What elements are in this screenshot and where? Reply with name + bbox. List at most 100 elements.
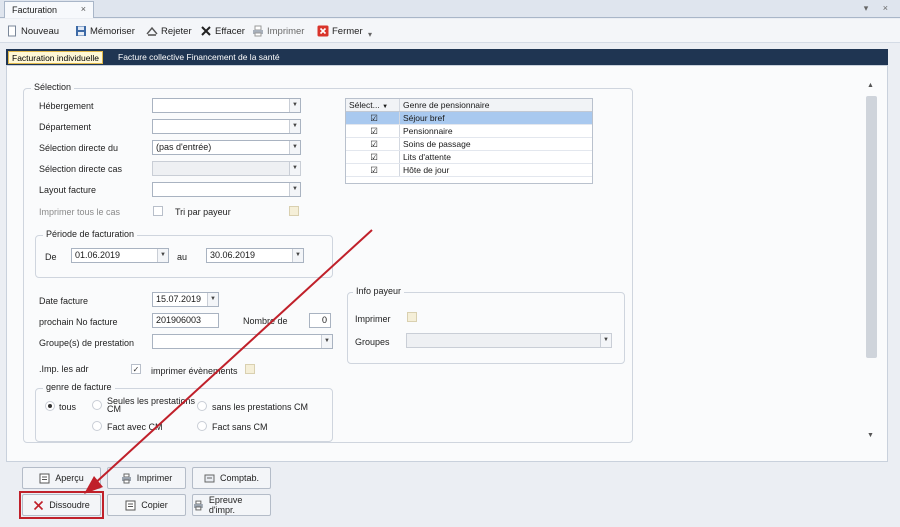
radio-seules-cm[interactable] [92, 400, 102, 410]
epreuve-button[interactable]: Epreuve d'impr. [192, 494, 271, 516]
reject-button[interactable]: Rejeter [146, 24, 192, 38]
nombre-label: Nombre de [243, 316, 288, 326]
imprimer-tous-checkbox[interactable] [153, 206, 163, 216]
radio-fact-sans-cm[interactable] [197, 421, 207, 431]
date-facture-input[interactable]: 15.07.2019 ▼ [152, 292, 219, 307]
layout-facture-combo[interactable]: ▼ [152, 182, 301, 197]
accounting-icon [204, 474, 215, 482]
epreuve-label: Epreuve d'impr. [208, 495, 243, 515]
tab-facturation[interactable]: Facturation × [4, 1, 94, 18]
scroll-down-icon[interactable]: ▼ [867, 432, 874, 439]
info-payeur-imprimer-checkbox[interactable] [407, 312, 417, 322]
grid-row-checkbox[interactable]: ☑ [346, 164, 400, 176]
grid-row-name: Lits d'attente [403, 152, 451, 162]
grid-header-select-label: Sélect... [349, 100, 380, 110]
chevron-down-icon[interactable]: ▼ [321, 335, 332, 348]
printer-icon [121, 473, 131, 483]
radio-sans-cm-label: sans les prestations CM [212, 402, 309, 412]
comptab-button[interactable]: Comptab. [192, 467, 271, 489]
groupes-prestation-label: Groupe(s) de prestation [39, 338, 135, 348]
new-document-icon [8, 25, 16, 37]
radio-fact-avec-cm-label: Fact avec CM [107, 422, 163, 432]
calendar-dropdown-icon[interactable]: ▼ [157, 249, 168, 262]
imprimer-evenements-label: imprimer évènements [151, 366, 238, 376]
next-invoice-no-input[interactable]: 201906003 [152, 313, 219, 328]
new-button[interactable]: Nouveau [6, 24, 59, 38]
selection-directe-du-combo[interactable]: (pas d'entrée) ▼ [152, 140, 301, 155]
imprimer-button[interactable]: Imprimer [107, 467, 186, 489]
groupes-prestation-combo[interactable]: ▼ [152, 334, 333, 349]
chevron-down-icon[interactable]: ▼ [289, 183, 300, 196]
grid-row[interactable]: ☑ Hôte de jour [346, 164, 592, 177]
document-tab-strip: Facturation × ▾ × [0, 0, 900, 18]
delete-button[interactable]: Effacer [200, 24, 245, 38]
toolbar-overflow-icon[interactable]: ▾ [368, 27, 372, 41]
comptab-label: Comptab. [219, 473, 260, 483]
grid-row[interactable]: ☑ Lits d'attente [346, 151, 592, 164]
filter-dropdown-icon[interactable]: ▼ [382, 104, 388, 110]
invoice-tab-bar: Facturation individuelle Facture collect… [6, 49, 888, 65]
printer-icon [253, 25, 263, 37]
departement-label: Département [39, 122, 92, 132]
radio-tous[interactable] [45, 401, 55, 411]
window-controls[interactable]: ▾ × [864, 3, 894, 14]
selection-directe-du-value: (pas d'entrée) [156, 142, 212, 152]
grid-header-select[interactable]: Sélect... ▼ [346, 99, 400, 111]
hebergement-combo[interactable]: ▼ [152, 98, 301, 113]
scroll-up-icon[interactable]: ▲ [867, 82, 874, 89]
grid-row-checkbox[interactable]: ☑ [346, 151, 400, 163]
tab-individual-invoice[interactable]: Facturation individuelle [8, 51, 103, 64]
grid-row[interactable]: ☑ Pensionnaire [346, 125, 592, 138]
periode-to-date[interactable]: 30.06.2019 ▼ [206, 248, 304, 263]
grid-row-checkbox[interactable]: ☑ [346, 138, 400, 150]
grid-row[interactable]: ☑ Soins de passage [346, 138, 592, 151]
periode-from-date[interactable]: 01.06.2019 ▼ [71, 248, 169, 263]
calendar-dropdown-icon[interactable]: ▼ [207, 293, 218, 306]
date-facture-value: 15.07.2019 [156, 294, 202, 304]
periode-from-value: 01.06.2019 [75, 250, 121, 260]
new-button-label: Nouveau [21, 25, 60, 37]
radio-fact-avec-cm[interactable] [92, 421, 102, 431]
selection-directe-cas-combo[interactable]: ▼ [152, 161, 301, 176]
close-button[interactable]: Fermer [317, 24, 363, 38]
grid-row-checkbox[interactable]: ☑ [346, 125, 400, 137]
periode-group-title: Période de facturation [43, 229, 138, 239]
grid-row-checkbox[interactable]: ☑ [346, 112, 400, 124]
imp-adr-checkbox[interactable]: ✓ [131, 364, 141, 374]
hebergement-label: Hébergement [39, 101, 94, 111]
copier-button[interactable]: Copier [107, 494, 186, 516]
dissoudre-highlight-box [19, 491, 104, 519]
close-button-label: Fermer [332, 25, 363, 37]
calendar-dropdown-icon[interactable]: ▼ [292, 249, 303, 262]
reject-button-label: Rejeter [161, 25, 192, 37]
next-invoice-no-label: prochain No facture [39, 317, 118, 327]
apercu-button[interactable]: Aperçu [22, 467, 101, 489]
tab-collective-invoice[interactable]: Facture collective Financement de la san… [118, 52, 280, 62]
imprimer-label: Imprimer [136, 473, 173, 483]
close-tab-icon[interactable]: × [81, 4, 86, 14]
info-payeur-groupes-combo[interactable]: ▼ [406, 333, 612, 348]
info-payeur-title: Info payeur [353, 286, 405, 296]
chevron-down-icon[interactable]: ▼ [289, 99, 300, 112]
scrollbar-thumb[interactable] [866, 96, 877, 358]
toolbar: Nouveau Mémoriser Rejeter Effacer Imprim… [0, 19, 900, 43]
save-disk-icon [76, 26, 86, 36]
imprimer-evenements-checkbox[interactable] [245, 364, 255, 374]
chevron-down-icon[interactable]: ▼ [600, 334, 611, 347]
save-button[interactable]: Mémoriser [75, 24, 135, 38]
grid-row[interactable]: ☑ Séjour bref [346, 112, 592, 125]
apercu-label: Aperçu [55, 473, 84, 483]
print-toolbar-button[interactable]: Imprimer [252, 24, 304, 38]
nombre-input[interactable]: 0 [309, 313, 331, 328]
grid-row-name: Pensionnaire [403, 126, 453, 136]
tri-par-payeur-checkbox[interactable] [289, 206, 299, 216]
content-panel: Sélection Hébergement ▼ Département ▼ Sé… [6, 65, 888, 462]
departement-combo[interactable]: ▼ [152, 119, 301, 134]
save-button-label: Mémoriser [90, 25, 135, 37]
chevron-down-icon[interactable]: ▼ [289, 162, 300, 175]
grid-header-genre[interactable]: Genre de pensionnaire [403, 100, 489, 110]
copier-label: Copier [141, 500, 168, 510]
radio-sans-cm[interactable] [197, 401, 207, 411]
chevron-down-icon[interactable]: ▼ [289, 141, 300, 154]
chevron-down-icon[interactable]: ▼ [289, 120, 300, 133]
